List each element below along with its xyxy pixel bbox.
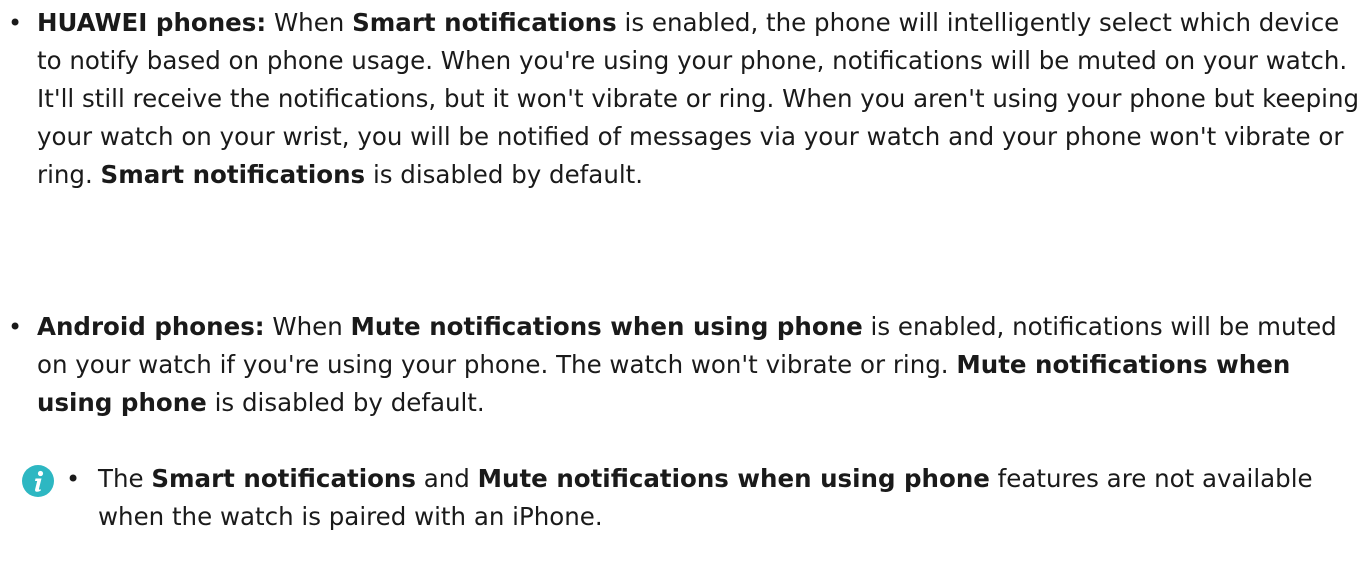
setting-name-smart-notifications: Smart notifications — [151, 464, 416, 493]
bullet-dot: • — [66, 465, 81, 493]
item-lead-android: Android phones: — [37, 312, 265, 341]
item-lead-huawei: HUAWEI phones: — [37, 8, 267, 37]
note-text: The — [98, 464, 152, 493]
setting-name-mute-notifications: Mute notifications when using phone — [477, 464, 990, 493]
setting-name-smart-notifications: Smart notifications — [100, 160, 366, 189]
item-text: is disabled by default. — [206, 388, 485, 417]
item-text: When — [264, 312, 351, 341]
bullet-dot: • — [8, 313, 23, 341]
setting-name-mute-notifications: Mute notifications when using phone — [350, 312, 863, 341]
list-item-huawei-phones: • HUAWEI phones: When Smart notification… — [0, 4, 1362, 194]
bullet-dot: • — [8, 9, 23, 37]
note-item: • The Smart notifications and Mute notif… — [0, 460, 1340, 536]
item-text: When — [266, 8, 353, 37]
note-block: • The Smart notifications and Mute notif… — [0, 460, 1340, 536]
item-text: is disabled by default. — [365, 160, 644, 189]
list-item-android-phones: • Android phones: When Mute notification… — [0, 308, 1362, 422]
setting-name-smart-notifications: Smart notifications — [352, 8, 617, 37]
note-text: and — [415, 464, 478, 493]
